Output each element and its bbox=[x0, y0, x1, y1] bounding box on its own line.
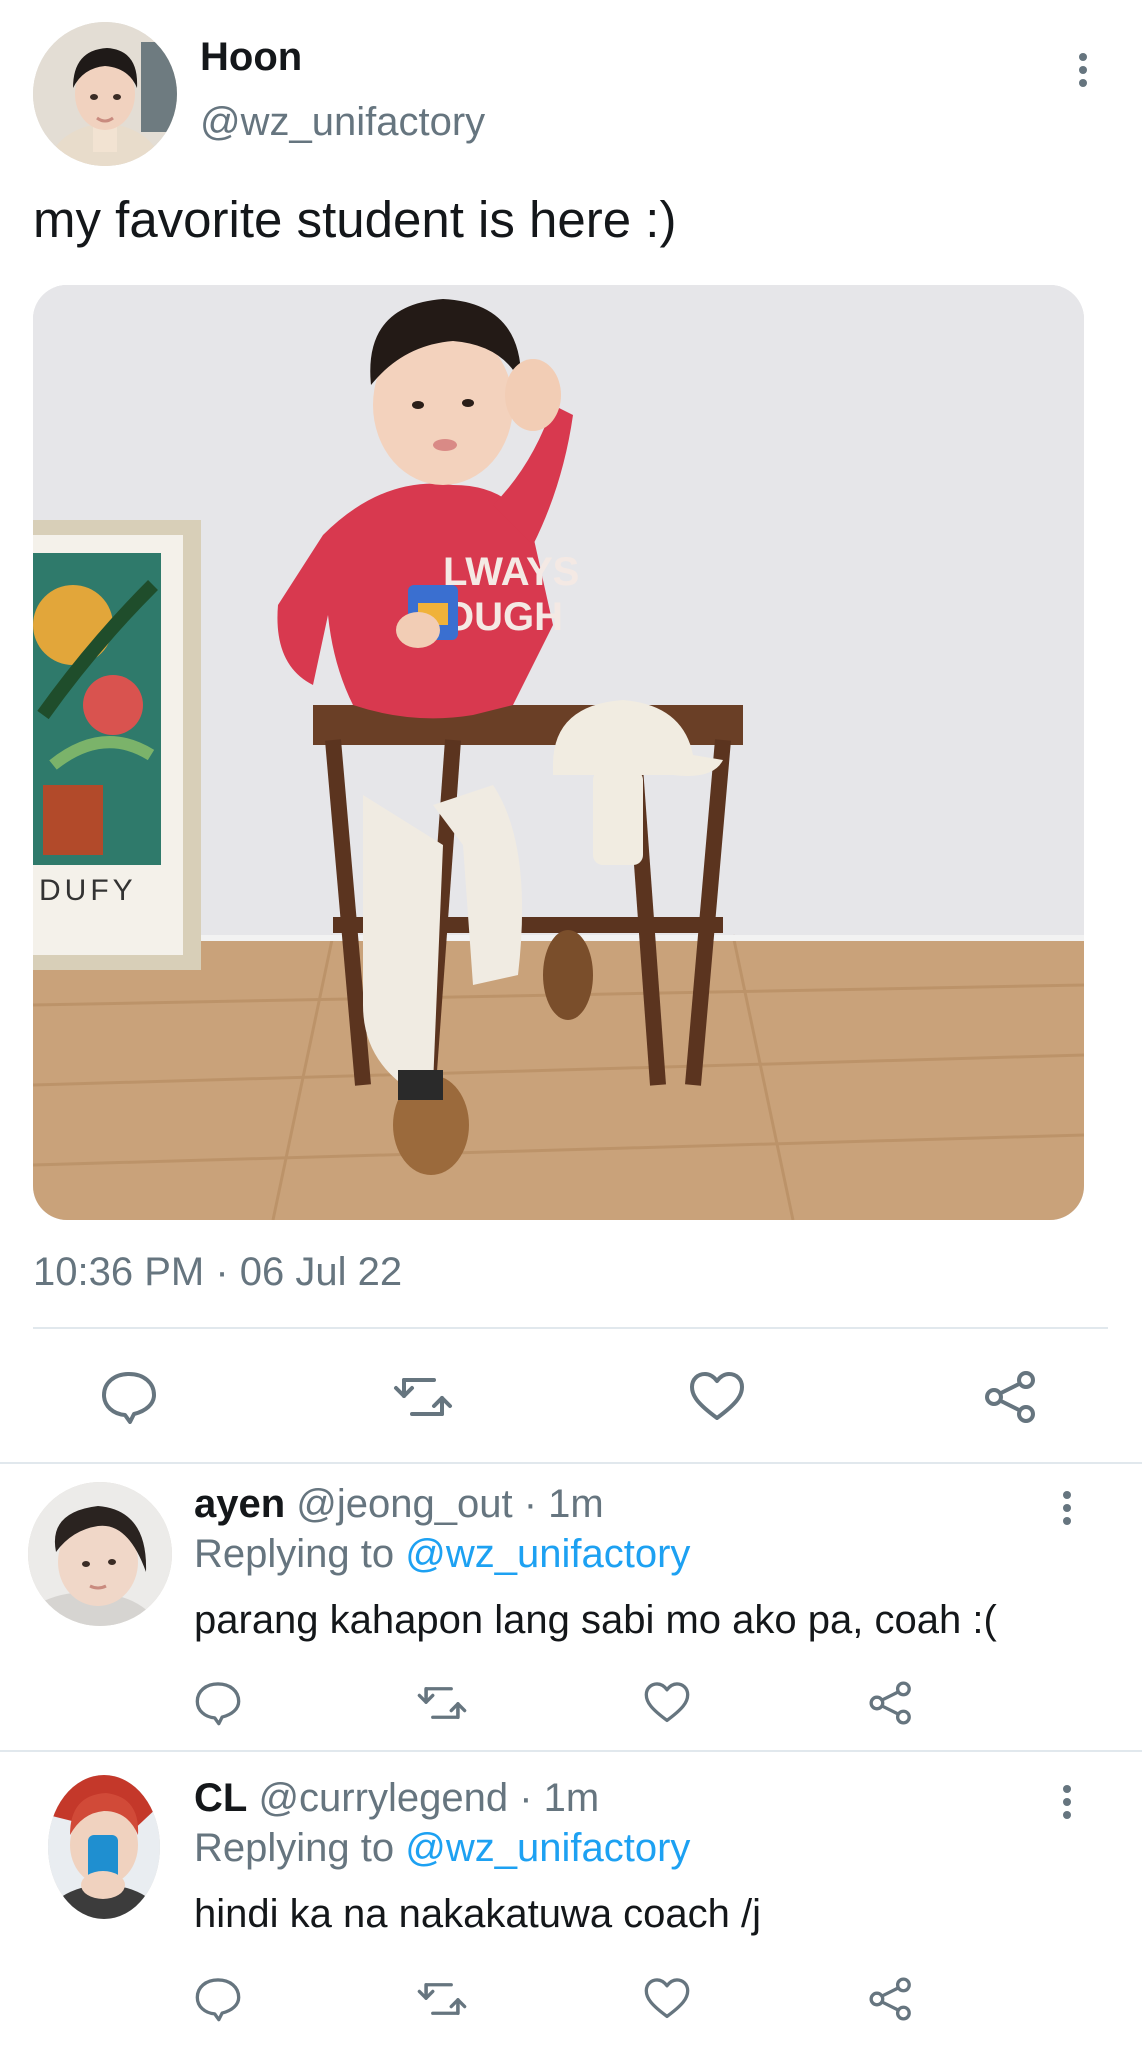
retweet-icon[interactable] bbox=[392, 1370, 454, 1424]
tweet-photo[interactable]: DUFY LWAYS OUGH bbox=[33, 285, 1084, 1220]
reply-more-options-icon[interactable] bbox=[1057, 1488, 1077, 1528]
divider bbox=[0, 1750, 1142, 1752]
reply-icon[interactable] bbox=[194, 1976, 242, 2022]
tweet-text: my favorite student is here :) bbox=[33, 191, 677, 248]
reply-time: · 1m bbox=[523, 1482, 604, 1526]
like-icon[interactable] bbox=[643, 1976, 691, 2022]
reply-icon[interactable] bbox=[194, 1680, 242, 1726]
reply-author-handle[interactable]: @jeong_out bbox=[296, 1482, 512, 1526]
author-avatar[interactable] bbox=[33, 22, 177, 166]
author-handle[interactable]: @wz_unifactory bbox=[200, 100, 485, 145]
poster-text: DUFY bbox=[39, 874, 137, 907]
reply-author-name[interactable]: CL bbox=[194, 1776, 247, 1820]
replying-prefix: Replying to bbox=[194, 1826, 395, 1870]
like-icon[interactable] bbox=[643, 1680, 691, 1726]
tweet-timestamp: 10:36 PM · 06 Jul 22 bbox=[33, 1250, 403, 1294]
share-icon[interactable] bbox=[982, 1370, 1040, 1424]
author-name[interactable]: Hoon bbox=[200, 35, 302, 80]
sweater-text-1: LWAYS bbox=[443, 550, 579, 594]
replying-to-link[interactable]: @wz_unifactory bbox=[405, 1532, 690, 1576]
reply-time: · 1m bbox=[519, 1776, 600, 1820]
divider bbox=[0, 1462, 1142, 1464]
retweet-icon[interactable] bbox=[416, 1680, 468, 1726]
replying-to-line: Replying to @wz_unifactory bbox=[194, 1532, 690, 1577]
reply-avatar[interactable] bbox=[48, 1775, 160, 1919]
reply-more-options-icon[interactable] bbox=[1057, 1782, 1077, 1822]
reply-author-line: ayen @jeong_out · 1m bbox=[194, 1482, 604, 1527]
reply-icon[interactable] bbox=[100, 1370, 158, 1424]
reply-author-handle[interactable]: @currylegend bbox=[258, 1776, 508, 1820]
divider bbox=[33, 1327, 1108, 1329]
reply-text: parang kahapon lang sabi mo ako pa, coah… bbox=[194, 1598, 997, 1642]
reply-author-line: CL @currylegend · 1m bbox=[194, 1776, 599, 1821]
replying-to-line: Replying to @wz_unifactory bbox=[194, 1826, 690, 1871]
replying-prefix: Replying to bbox=[194, 1532, 395, 1576]
sweater-text-2: OUGH bbox=[443, 595, 563, 639]
share-icon[interactable] bbox=[867, 1680, 915, 1726]
more-options-icon[interactable] bbox=[1073, 50, 1093, 90]
retweet-icon[interactable] bbox=[416, 1976, 468, 2022]
share-icon[interactable] bbox=[867, 1976, 915, 2022]
reply-author-name[interactable]: ayen bbox=[194, 1482, 285, 1526]
replying-to-link[interactable]: @wz_unifactory bbox=[405, 1826, 690, 1870]
reply-avatar[interactable] bbox=[28, 1482, 172, 1626]
reply-text: hindi ka na nakakatuwa coach /j bbox=[194, 1892, 762, 1936]
like-icon[interactable] bbox=[688, 1370, 746, 1424]
